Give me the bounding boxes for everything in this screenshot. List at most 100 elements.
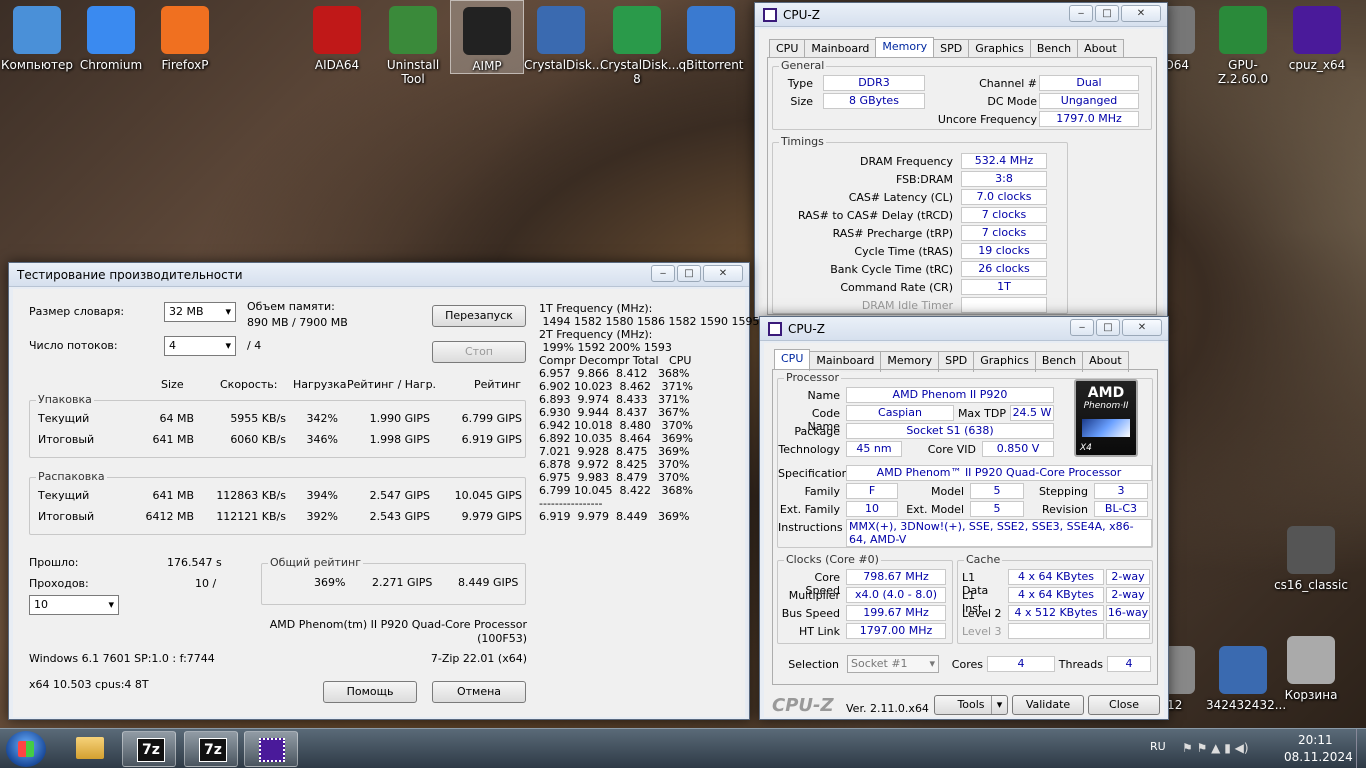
cpuz-icon: [768, 321, 782, 336]
timing-label: Bank Cycle Time (tRC): [830, 263, 953, 276]
qbittorrent-icon: [687, 6, 735, 54]
col-rating: Рейтинг: [474, 378, 522, 391]
desktop-icon-1[interactable]: Chromium: [74, 0, 148, 72]
benchmark-titlebar[interactable]: Тестирование производительности ‒ □ ✕: [9, 263, 749, 287]
col-rpu: Рейтинг / Нагр.: [347, 378, 437, 391]
taskbar-7zip-1[interactable]: 7z: [122, 731, 176, 767]
desktop-icon-12[interactable]: cs16_classic: [1274, 520, 1348, 592]
desktop-icon-15[interactable]: Корзина: [1274, 630, 1348, 702]
cpuz-memory-client: CPU Mainboard Memory SPD Graphics Bench About …: [759, 29, 1163, 317]
tools-button[interactable]: Tools ▾: [934, 695, 1008, 715]
clock-date[interactable]: 08.11.2024: [1284, 750, 1353, 764]
desktop-icon-label: FirefoxP: [161, 58, 209, 72]
stop-button[interactable]: Стоп: [432, 341, 526, 363]
desktop-icon-label: Корзина: [1284, 688, 1338, 702]
taskbar-cpuz[interactable]: [244, 731, 298, 767]
tray-icons[interactable]: ⚑ ⚑ ▲ ▮ ◀): [1182, 741, 1249, 755]
cpuz-memory-window: CPU-Z ‒ □ ✕ CPU Mainboard Memory SPD Graphic…: [754, 2, 1168, 320]
timing-value: 7.0 clocks: [961, 189, 1047, 205]
selection-label: Selection: [788, 658, 839, 671]
extmodel-label: Ext. Model: [906, 503, 964, 516]
desktop-icon-10[interactable]: GPU-Z.2.60.0: [1206, 0, 1280, 86]
minimize-button[interactable]: ‒: [651, 265, 675, 282]
bus-label: Bus Speed: [781, 607, 840, 620]
desktop-icon-label: Chromium: [79, 58, 143, 72]
close-button[interactable]: ✕: [1122, 319, 1162, 336]
cpuz-cpu-window: CPU-Z ‒ □ ✕ CPU Mainboard Memory SPD Graphic…: [759, 316, 1169, 720]
taskbar-explorer[interactable]: [62, 731, 116, 767]
desktop-icon-5[interactable]: AIMP: [450, 0, 524, 74]
desktop-icon-label: qBittorrent: [678, 58, 744, 72]
selection-select[interactable]: Socket #1 ▾: [847, 655, 939, 673]
desktop-icon-3[interactable]: AIDA64: [300, 0, 374, 72]
channel-value: Dual: [1039, 75, 1139, 91]
minimize-button[interactable]: ‒: [1069, 5, 1093, 22]
desktop-icon-7[interactable]: CrystalDisk... 8: [600, 0, 679, 86]
row-speed: 5955 KB/s: [230, 412, 286, 425]
desktop-icon-11[interactable]: cpuz_x64: [1280, 0, 1354, 72]
aida64-icon: [313, 6, 361, 54]
desktop-icon-4[interactable]: Uninstall Tool: [376, 0, 450, 86]
maximize-button[interactable]: □: [1095, 5, 1119, 22]
close-button[interactable]: ✕: [703, 265, 743, 282]
l1i-way: 2-way: [1106, 587, 1150, 603]
desktop-icon-8[interactable]: qBittorrent: [674, 0, 748, 72]
close-button[interactable]: ✕: [1121, 5, 1161, 22]
memory-label: Объем памяти:: [247, 300, 335, 313]
clocks-group: Clocks (Core #0) Core Speed 798.67 MHz M…: [777, 553, 953, 644]
desktop-icon-label: CrystalDisk...: [524, 58, 604, 72]
desktop-icon-14[interactable]: 342432432...: [1206, 640, 1286, 712]
maximize-button[interactable]: □: [677, 265, 701, 282]
tab-cpu[interactable]: CPU: [774, 349, 811, 370]
threads-select[interactable]: 4 ▾: [164, 336, 236, 356]
tab-memory[interactable]: Memory: [875, 37, 935, 58]
close-dialog-button[interactable]: Close: [1088, 695, 1160, 715]
validate-button[interactable]: Validate: [1012, 695, 1084, 715]
maximize-button[interactable]: □: [1096, 319, 1120, 336]
stepping-value: 3: [1094, 483, 1148, 499]
group-label: General: [779, 59, 827, 72]
cancel-button[interactable]: Отмена: [432, 681, 526, 703]
elapsed-label: Прошло:: [29, 556, 79, 569]
multiplier-value: x4.0 (4.0 - 8.0): [846, 587, 946, 603]
chevron-down-icon: ▾: [929, 657, 935, 670]
dict-select[interactable]: 32 MB ▾: [164, 302, 236, 322]
timing-value: 26 clocks: [961, 261, 1047, 277]
desktop-icon-6[interactable]: CrystalDisk...: [524, 0, 604, 72]
col-speed: Скорость:: [220, 378, 278, 391]
dict-label: Размер словаря:: [29, 305, 125, 318]
language-indicator[interactable]: RU: [1150, 740, 1166, 753]
cpuz-cpu-client: CPU Mainboard Memory SPD Graphics Bench About …: [764, 343, 1164, 717]
desktop-icon-2[interactable]: FirefoxP: [148, 0, 222, 72]
group-label: Timings: [779, 135, 826, 148]
desktop-icon-0[interactable]: Компьютер: [0, 0, 74, 72]
l2-way: 16-way: [1106, 605, 1150, 621]
total-rating: 8.449 GIPS: [458, 576, 519, 589]
restart-button[interactable]: Перезапуск: [432, 305, 526, 327]
cpuz-memory-titlebar[interactable]: CPU-Z ‒ □ ✕: [755, 3, 1167, 27]
clock-time[interactable]: 20:11: [1298, 733, 1333, 747]
cores-label: Cores: [951, 658, 983, 671]
timing-label: CAS# Latency (CL): [848, 191, 953, 204]
timing-label: Cycle Time (tRAS): [854, 245, 953, 258]
help-button[interactable]: Помощь: [323, 681, 417, 703]
taskbar-7zip-2[interactable]: 7z: [184, 731, 238, 767]
minimize-button[interactable]: ‒: [1070, 319, 1094, 336]
timing-label: FSB:DRAM: [895, 173, 953, 186]
threads-of: / 4: [247, 339, 262, 352]
uncore-value: 1797.0 MHz: [1039, 111, 1139, 127]
start-button[interactable]: [6, 731, 46, 767]
cpuz-cpu-titlebar[interactable]: CPU-Z ‒ □ ✕: [760, 317, 1168, 341]
show-desktop-button[interactable]: [1356, 729, 1366, 768]
l1d-way: 2-way: [1106, 569, 1150, 585]
tab-panel: General Type DDR3 Size 8 GBytes Channel …: [767, 57, 1157, 315]
passes-value: 10 /: [195, 577, 217, 590]
desktop-icon-label: cpuz_x64: [1288, 58, 1346, 72]
gpuz-icon: [1219, 6, 1267, 54]
passes-select[interactable]: 10 ▾: [29, 595, 119, 615]
size-value: 8 GBytes: [823, 93, 925, 109]
total-rpu: 2.271 GIPS: [372, 576, 433, 589]
row-usage: 394%: [306, 489, 338, 502]
revision-value: BL-C3: [1094, 501, 1148, 517]
row-speed: 6060 KB/s: [230, 433, 286, 446]
